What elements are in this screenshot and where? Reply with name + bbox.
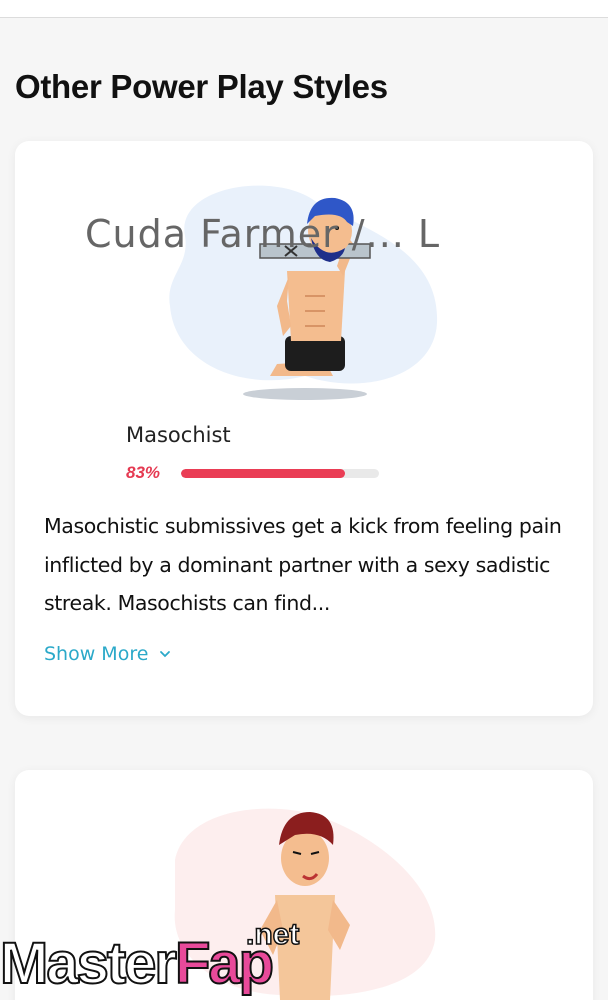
match-percent: 83% xyxy=(126,463,161,482)
kneeling-bound-man-illustration xyxy=(169,185,438,400)
chevron-down-icon xyxy=(160,651,171,658)
card-2-partial-text: Cuda Farmer /... L xyxy=(85,212,441,256)
style-name: Masochist xyxy=(126,423,231,447)
section-title: Other Power Play Styles xyxy=(15,68,388,105)
show-more-button[interactable]: Show More xyxy=(44,643,172,665)
top-nav-strip xyxy=(0,0,608,18)
watermark-domain: .net xyxy=(245,917,300,952)
watermark-text: MasterFap xyxy=(0,930,275,997)
site-watermark: MasterFap .net xyxy=(0,917,320,1000)
match-progress-fill xyxy=(181,469,346,478)
style-description: Masochistic submissives get a kick from … xyxy=(44,514,562,615)
show-more-label: Show More xyxy=(44,643,149,665)
match-progress-bar xyxy=(181,469,379,478)
